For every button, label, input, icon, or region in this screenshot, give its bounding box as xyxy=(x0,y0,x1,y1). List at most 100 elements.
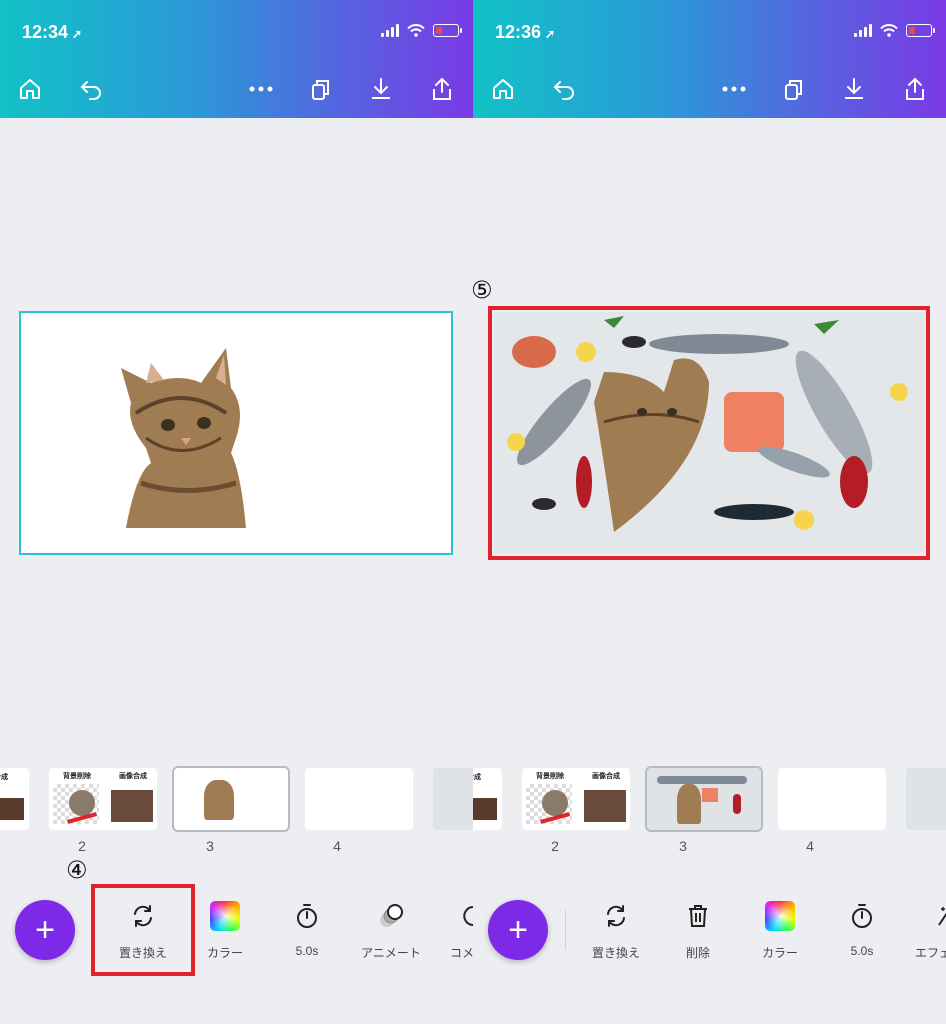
duration-button[interactable]: 5.0s xyxy=(272,900,342,958)
tool-label: 5.0s xyxy=(295,944,319,958)
page-number: 2 xyxy=(78,838,86,854)
effects-icon xyxy=(938,907,946,926)
tool-label: コメ xyxy=(450,946,473,960)
canvas-area xyxy=(473,118,946,758)
status-icons xyxy=(381,24,462,37)
download-icon xyxy=(845,78,863,99)
delete-button[interactable]: 削除 xyxy=(663,900,733,961)
comment-button[interactable]: コメ xyxy=(432,900,473,961)
color-button[interactable]: カラー xyxy=(745,900,815,961)
undo-button[interactable] xyxy=(76,74,106,104)
thumb-title-left: 背景削除 xyxy=(63,773,91,780)
add-element-button[interactable]: + xyxy=(15,900,75,960)
trash-icon xyxy=(689,905,707,927)
page-thumbnail-3-selected[interactable] xyxy=(172,766,290,832)
cellular-signal-icon xyxy=(854,24,872,37)
duration-button[interactable]: 5.0s xyxy=(827,900,897,958)
battery-icon xyxy=(906,24,935,37)
add-element-button[interactable]: + xyxy=(488,900,548,960)
download-icon xyxy=(372,78,390,99)
page-number: 3 xyxy=(206,838,214,854)
home-icon xyxy=(20,79,40,99)
share-icon xyxy=(906,77,924,100)
color-icon xyxy=(765,901,795,931)
fish-background-image[interactable] xyxy=(494,312,924,554)
download-button[interactable] xyxy=(366,74,396,104)
right-screen: 12:36 ➚ ⑤ 成 背景削除 画像合成 2 3 4 + 置き換え 削除 カラ… xyxy=(473,0,946,1024)
status-time: 12:36 ➚ xyxy=(495,22,556,42)
share-button[interactable] xyxy=(900,74,930,104)
tool-label: エフェ xyxy=(915,946,946,960)
replace-button[interactable]: 置き換え xyxy=(581,900,651,961)
thumb-title-right: 画像合成 xyxy=(119,773,147,780)
animate-icon xyxy=(380,904,403,927)
tool-label: 削除 xyxy=(685,946,710,960)
thumb-title-right: 画像合成 xyxy=(592,773,620,780)
share-button[interactable] xyxy=(427,74,457,104)
color-button[interactable]: カラー xyxy=(190,900,260,961)
more-button[interactable] xyxy=(719,74,749,104)
page-thumbnail-3-selected[interactable] xyxy=(645,766,763,832)
left-screen: 12:34 ➚ 成 背景削除 画像合成 2 3 4 ④ + 置き換え カラー 5… xyxy=(0,0,473,1024)
location-arrow-icon: ➚ xyxy=(545,27,556,41)
page-filmstrip: 合成 背景削除 画像合成 xyxy=(473,765,946,835)
page-thumbnail-4[interactable] xyxy=(305,768,413,830)
undo-icon xyxy=(80,81,101,100)
top-bar: 12:34 ➚ xyxy=(0,0,473,118)
tool-label: 5.0s xyxy=(850,944,874,958)
location-arrow-icon: ➚ xyxy=(72,27,83,41)
more-button[interactable] xyxy=(246,74,276,104)
page-number: 4 xyxy=(333,838,341,854)
timer-icon xyxy=(852,904,872,928)
page-thumbnail-1[interactable]: 合成 xyxy=(0,768,29,830)
animate-button[interactable]: アニメート xyxy=(356,900,426,961)
toolbar-divider xyxy=(565,910,566,950)
undo-button[interactable] xyxy=(549,74,579,104)
timer-icon xyxy=(297,904,317,928)
replace-icon xyxy=(607,905,625,927)
duplicate-button[interactable] xyxy=(779,74,809,104)
more-icon xyxy=(249,86,273,92)
thumb-title-left: 背景削除 xyxy=(536,773,564,780)
canvas-area xyxy=(0,118,473,758)
design-page-fish-composite[interactable] xyxy=(494,312,924,554)
share-icon xyxy=(433,77,451,100)
kitten-image[interactable] xyxy=(106,343,256,533)
tool-label: カラー xyxy=(761,946,798,960)
download-button[interactable] xyxy=(839,74,869,104)
tool-label: 置き換え xyxy=(591,946,640,960)
plus-icon: + xyxy=(508,910,528,949)
add-page-thumbnail[interactable] xyxy=(906,768,946,830)
page-thumbnail-2[interactable]: 背景削除 画像合成 xyxy=(522,768,630,830)
plus-icon: + xyxy=(35,910,55,949)
page-thumbnail-1[interactable]: 合成 xyxy=(473,768,502,830)
page-thumbnail-2[interactable]: 背景削除 画像合成 xyxy=(49,768,157,830)
page-thumbnail-4[interactable] xyxy=(778,768,886,830)
design-page-selected[interactable] xyxy=(19,311,453,555)
effects-button[interactable]: エフェ xyxy=(905,900,946,961)
color-icon xyxy=(210,901,240,931)
wifi-icon xyxy=(880,24,898,37)
status-icons xyxy=(854,24,935,37)
cellular-signal-icon xyxy=(381,24,399,37)
tool-label: 置き換え xyxy=(118,946,167,960)
status-time: 12:34 ➚ xyxy=(22,22,83,42)
home-button[interactable] xyxy=(488,74,518,104)
more-icon xyxy=(722,86,746,92)
home-button[interactable] xyxy=(15,74,45,104)
battery-icon xyxy=(433,24,462,37)
comment-icon xyxy=(463,906,473,926)
tool-label: アニメート xyxy=(361,946,421,960)
undo-icon xyxy=(553,81,574,100)
page-number: 4 xyxy=(806,838,814,854)
top-bar: 12:36 ➚ xyxy=(473,0,946,118)
duplicate-icon xyxy=(785,80,802,100)
step-marker: ④ xyxy=(66,856,88,884)
page-number: 3 xyxy=(679,838,687,854)
duplicate-button[interactable] xyxy=(306,74,336,104)
replace-button[interactable]: 置き換え xyxy=(108,900,178,961)
wifi-icon xyxy=(407,24,425,37)
tool-label: カラー xyxy=(206,946,243,960)
home-icon xyxy=(493,79,513,99)
add-page-thumbnail[interactable] xyxy=(433,768,473,830)
